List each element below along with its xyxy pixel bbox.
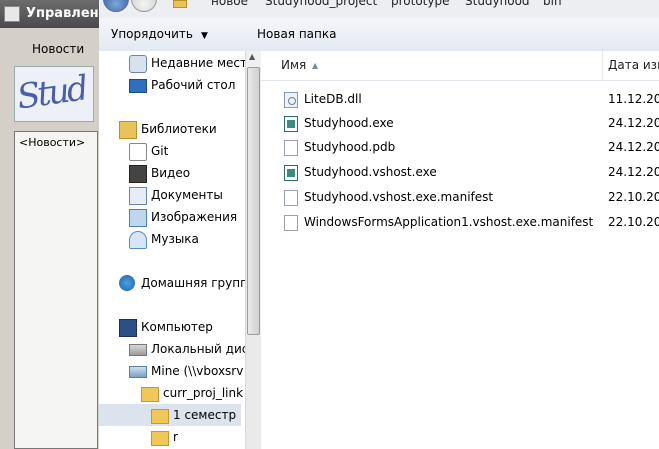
nav-item-label: Видео — [151, 166, 191, 180]
file-date: 22.10.20 — [608, 215, 659, 229]
pictures-library-icon — [129, 209, 147, 227]
nav-item-label: Git — [151, 144, 169, 158]
nav-item-label: Домашняя групп — [141, 276, 245, 290]
folder-icon — [151, 409, 169, 424]
breadcrumb-item[interactable]: prototype — [391, 0, 449, 8]
column-header-row: Имя ▲ Дата изм — [261, 51, 659, 81]
file-icon — [284, 215, 298, 231]
nav-item-label: Компьютер — [141, 320, 213, 334]
music-library-icon — [129, 231, 147, 249]
file-row[interactable]: Studyhood.exe 24.12.20 — [281, 113, 659, 135]
homegroup-icon — [119, 275, 135, 291]
nav-item-label: Рабочий стол — [151, 78, 236, 92]
video-library-icon — [129, 165, 147, 183]
desktop-icon — [129, 79, 147, 93]
recent-places-icon — [129, 55, 147, 73]
forward-button[interactable] — [131, 0, 157, 12]
explorer-window: новое Studyhood_project prototype Studyh… — [99, 0, 659, 449]
background-app-window: Управлен Новости Stud <Новости> — [0, 0, 99, 449]
exe-icon — [284, 116, 298, 132]
local-disk-icon — [129, 344, 147, 356]
nav-item-label: Локальный дис — [151, 342, 245, 356]
breadcrumb-item[interactable]: новое — [211, 0, 248, 8]
up-arrow-icon: ▲ — [249, 52, 256, 61]
file-icon — [284, 190, 298, 206]
file-date: 24.12.20 — [608, 165, 659, 179]
new-folder-button[interactable]: Новая папка — [251, 24, 342, 44]
folder-icon — [141, 387, 159, 402]
file-date: 24.12.20 — [608, 116, 659, 130]
breadcrumb-item[interactable]: bin — [543, 0, 562, 8]
nav-item-label: Музыка — [151, 232, 199, 246]
dropdown-arrow-icon: ▼ — [200, 31, 208, 41]
navigation-pane: Недавние мест Рабочий стол Библиотеки Gi… — [99, 51, 245, 449]
news-tab[interactable]: Новости — [32, 42, 84, 56]
nav-scrollbar[interactable]: ▲ — [245, 51, 261, 449]
nav-item-label: Изображения — [151, 210, 238, 224]
organize-label: Упорядочить — [111, 27, 193, 41]
address-bar: новое Studyhood_project prototype Studyh… — [99, 0, 659, 19]
nav-item-label: r — [173, 430, 178, 444]
date-column-header[interactable]: Дата изм — [603, 51, 659, 80]
nav-item-label: curr_proj_link — [163, 386, 244, 400]
exe-icon — [284, 165, 298, 181]
file-icon — [284, 140, 298, 156]
background-window-titlebar[interactable]: Управлен — [0, 0, 99, 28]
sort-ascending-icon: ▲ — [312, 61, 319, 70]
computer-icon — [119, 319, 137, 337]
captcha-text: Stud — [14, 68, 89, 118]
file-row[interactable]: WindowsFormsApplication1.vshost.exe.mani… — [281, 212, 659, 234]
folder-icon — [173, 0, 187, 8]
file-list: Имя ▲ Дата изм LiteDB.dll 11.12.20 Study… — [261, 51, 659, 449]
name-column-header[interactable]: Имя ▲ — [261, 51, 603, 80]
date-column-label: Дата изм — [608, 58, 659, 72]
file-row[interactable]: Studyhood.vshost.exe.manifest 22.10.20 — [281, 187, 659, 209]
app-icon — [4, 6, 20, 22]
file-name: WindowsFormsApplication1.vshost.exe.mani… — [304, 215, 594, 229]
folder-icon — [151, 431, 169, 446]
network-drive-icon — [129, 366, 147, 378]
file-row[interactable]: Studyhood.vshost.exe 24.12.20 — [281, 162, 659, 184]
breadcrumb-item[interactable]: Studyhood — [465, 0, 530, 8]
file-row[interactable]: LiteDB.dll 11.12.20 — [281, 89, 659, 111]
name-column-label: Имя — [281, 58, 307, 72]
back-button[interactable] — [103, 0, 129, 12]
organize-button[interactable]: Упорядочить ▼ — [105, 24, 214, 44]
file-row[interactable]: Studyhood.pdb 24.12.20 — [281, 137, 659, 159]
file-date: 11.12.20 — [608, 92, 659, 106]
breadcrumb-item[interactable]: Studyhood_project — [265, 0, 377, 8]
nav-item-label: Библиотеки — [141, 122, 217, 136]
file-name: Studyhood.vshost.exe — [304, 165, 437, 179]
file-date: 22.10.20 — [608, 190, 659, 204]
nav-item-label: Mine (\\vboxsrv — [151, 364, 244, 378]
file-date: 24.12.20 — [608, 140, 659, 154]
git-library-icon — [129, 143, 147, 161]
documents-library-icon — [129, 187, 147, 205]
nav-item-label: Недавние мест — [151, 56, 245, 70]
dll-icon — [284, 92, 298, 108]
nav-item-label: Документы — [151, 188, 223, 202]
command-bar: Упорядочить ▼ Новая папка — [99, 18, 659, 52]
libraries-icon — [119, 121, 137, 139]
file-name: LiteDB.dll — [304, 92, 362, 106]
file-name: Studyhood.exe — [304, 116, 394, 130]
file-name: Studyhood.pdb — [304, 140, 396, 154]
scroll-up-button[interactable]: ▲ — [246, 51, 261, 67]
news-list-item[interactable]: <Новости> — [19, 136, 85, 149]
nav-item-label: 1 семестр — [173, 408, 237, 422]
scrollbar-thumb[interactable] — [247, 67, 260, 335]
file-name: Studyhood.vshost.exe.manifest — [304, 190, 494, 204]
background-window-title: Управлен — [26, 6, 99, 21]
news-listbox[interactable]: <Новости> — [14, 131, 98, 449]
captcha-image: Stud — [14, 66, 94, 122]
